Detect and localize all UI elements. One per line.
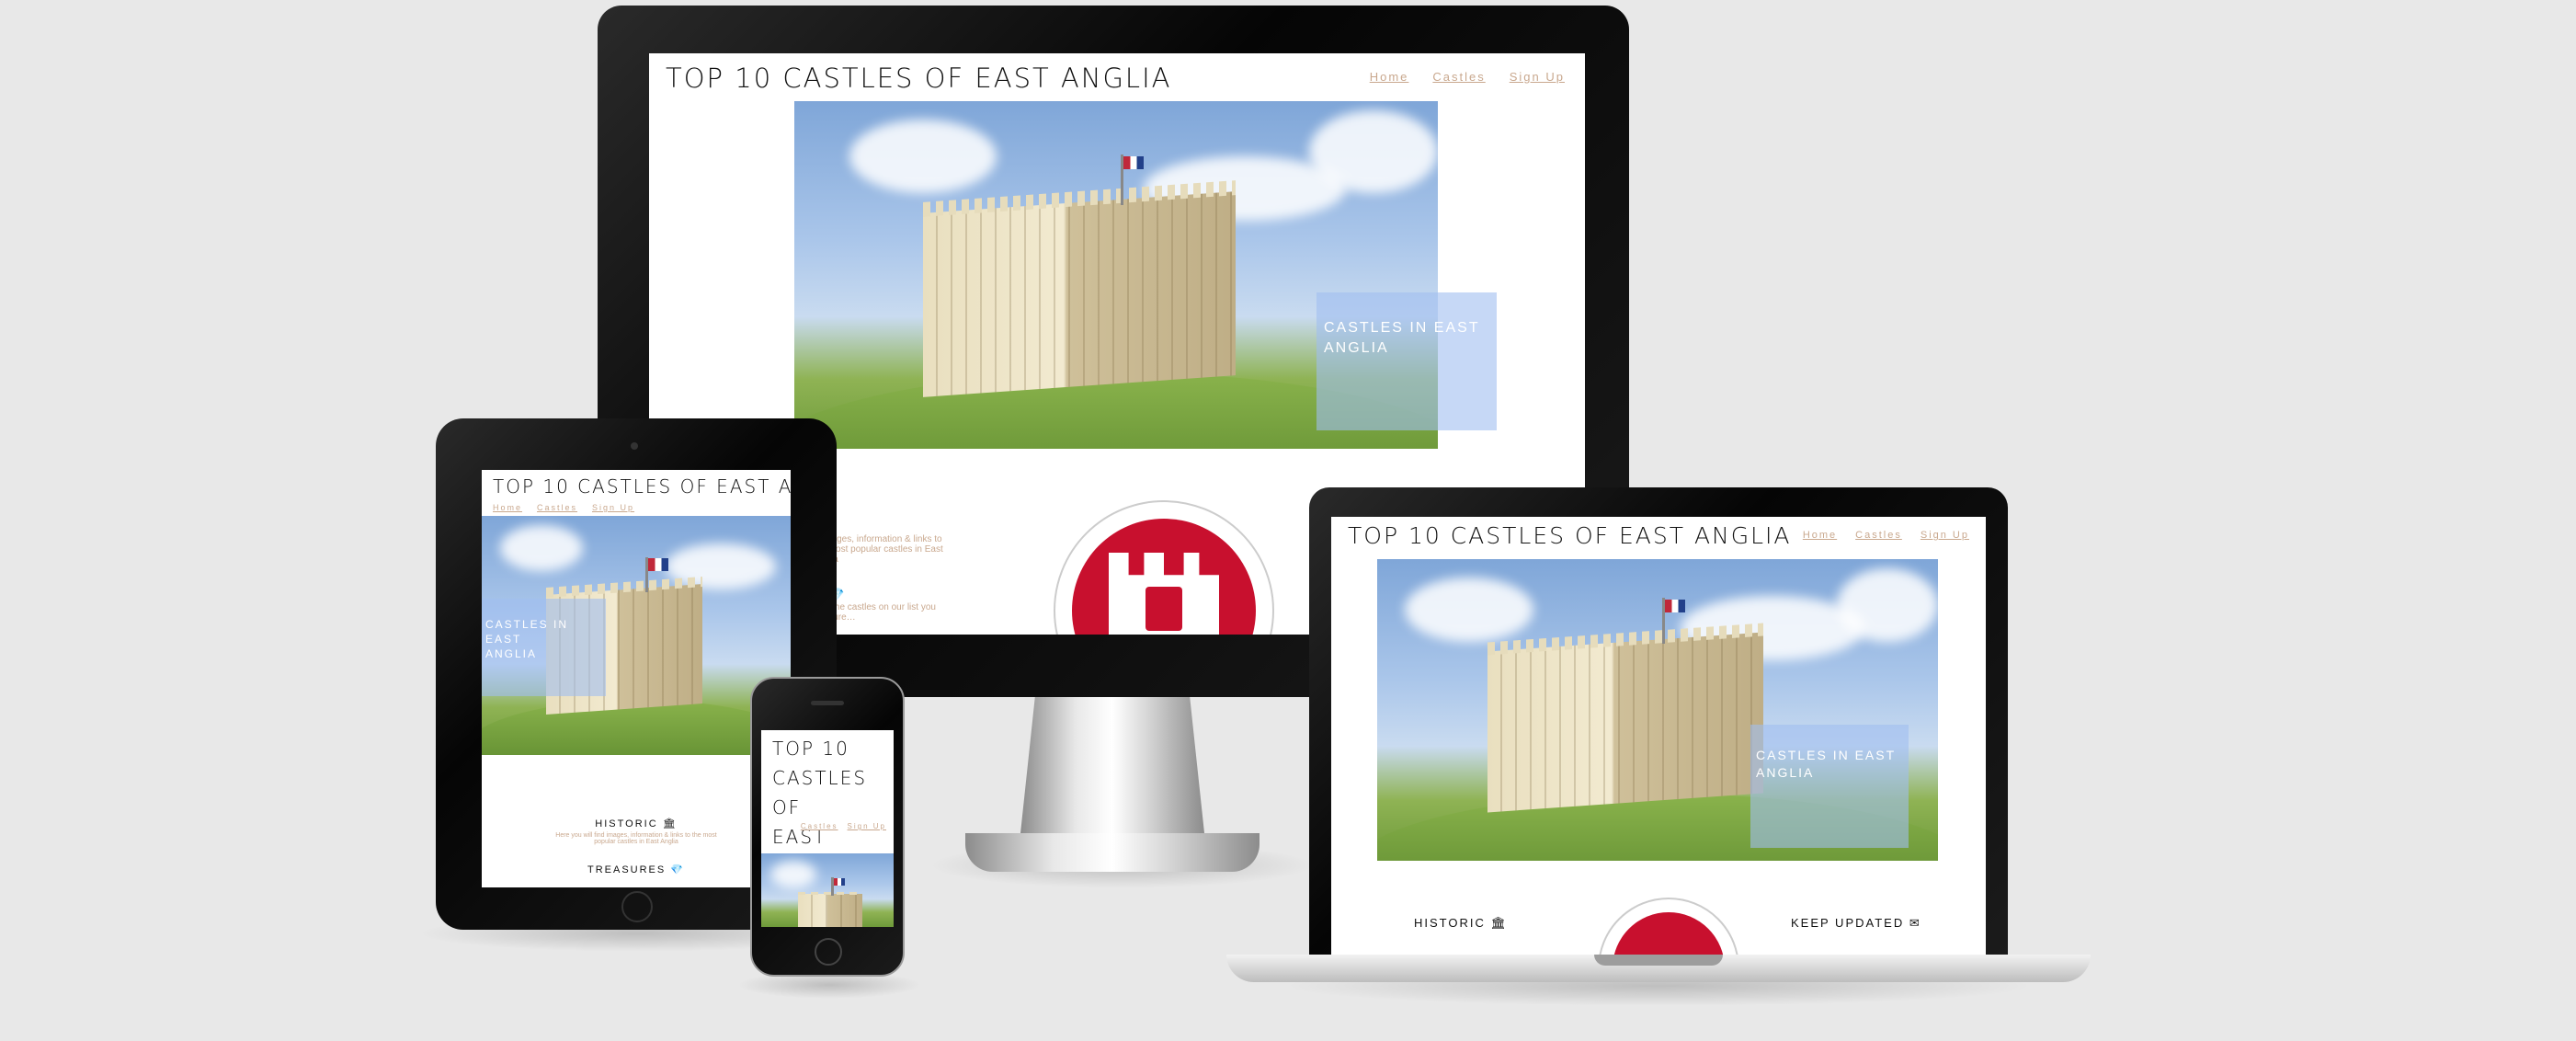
hero-image	[761, 853, 894, 927]
nav-castles-link[interactable]: Castles	[1855, 530, 1902, 541]
feature-keep-updated: KEEP UPDATED ✉	[1791, 916, 1921, 930]
home-button-icon[interactable]	[621, 891, 653, 922]
camera-icon	[631, 442, 638, 450]
monitor-stand-base	[965, 833, 1260, 872]
nav-signup-link[interactable]: Sign Up	[592, 503, 634, 512]
main-nav: Castles Sign Up	[798, 822, 886, 830]
hero-overlay: CASTLES IN EAST ANGLIA	[482, 599, 606, 696]
nav-signup-link[interactable]: Sign Up	[1510, 70, 1565, 84]
home-button-icon[interactable]	[815, 938, 842, 966]
hero-overlay: CASTLES IN EAST ANGLIA	[1316, 292, 1497, 430]
envelope-icon: ✉	[1909, 916, 1921, 930]
feature-treasures: TREASURES 💎	[587, 864, 685, 875]
nav-signup-link[interactable]: Sign Up	[1921, 530, 1969, 541]
laptop-screen: TOP 10 CASTLES OF EAST ANGLIA Home Castl…	[1331, 517, 1986, 955]
nav-home-link[interactable]: Home	[1370, 70, 1409, 84]
device-mockup-page: { "site": { "title": "TOP 10 CASTLES OF …	[0, 0, 2576, 1041]
monitor-stand-neck	[1020, 695, 1204, 833]
gem-icon: 💎	[670, 864, 685, 875]
laptop-notch	[1594, 955, 1723, 966]
hero-overlay: CASTLES IN EAST ANGLIA	[1750, 725, 1909, 848]
nav-home-link[interactable]: Home	[1803, 530, 1837, 541]
phone: TOP 10 CASTLES OF EAST ANGLIA Castles Si…	[737, 677, 921, 999]
main-nav: Home Castles Sign Up	[1803, 530, 1969, 541]
laptop: TOP 10 CASTLES OF EAST ANGLIA Home Castl…	[1226, 487, 2091, 1006]
main-nav: Home Castles Sign Up	[1370, 70, 1565, 84]
site-title[interactable]: TOP 10 CASTLES OF EAST ANGLIA	[1348, 522, 1792, 549]
landmark-icon: 🏛	[1490, 916, 1509, 930]
speaker-icon	[811, 701, 844, 705]
site-title[interactable]: TOP 10 CASTLES OF EAST ANGLIA	[666, 63, 1171, 94]
nav-castles-link[interactable]: Castles	[801, 822, 838, 830]
phone-screen: TOP 10 CASTLES OF EAST ANGLIA Castles Si…	[761, 730, 894, 927]
nav-home-link[interactable]: Home	[493, 503, 522, 512]
castle-keep	[923, 191, 1236, 397]
nav-signup-link[interactable]: Sign Up	[848, 822, 886, 830]
nav-castles-link[interactable]: Castles	[1432, 70, 1485, 84]
site-title[interactable]: TOP 10 CASTLES OF EAST ANGLIA	[493, 475, 791, 498]
flag-icon	[1123, 156, 1144, 169]
tablet-screen: TOP 10 CASTLES OF EAST ANGLIA Home Castl…	[482, 470, 791, 887]
nav-castles-link[interactable]: Castles	[537, 503, 577, 512]
main-nav: Home Castles Sign Up	[493, 503, 634, 512]
castle-emblem	[1598, 898, 1739, 955]
feature-historic: HISTORIC 🏛 Here you will find images, in…	[555, 818, 717, 845]
landmark-icon: 🏛	[662, 818, 678, 829]
feature-historic: HISTORIC 🏛	[1414, 916, 1509, 930]
